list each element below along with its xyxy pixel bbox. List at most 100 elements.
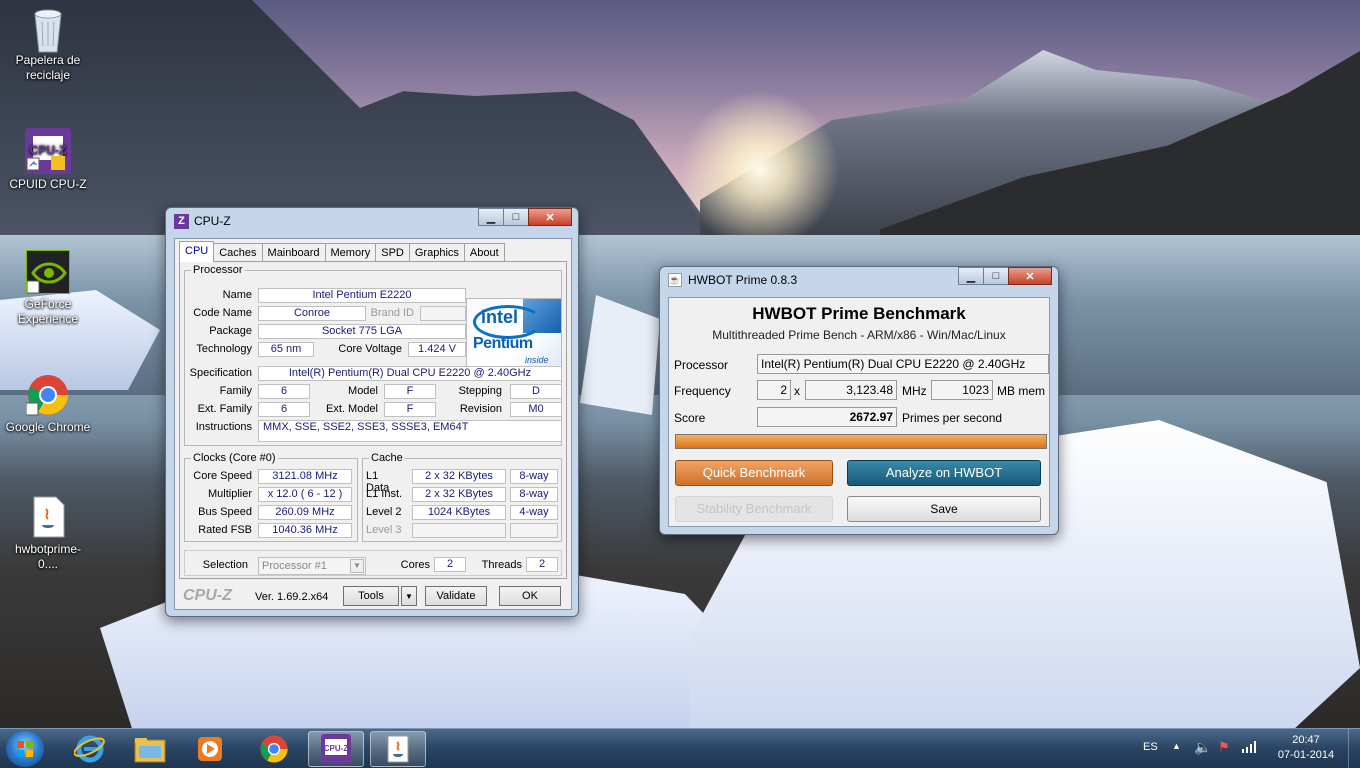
cpuz-client: CPU Caches Mainboard Memory SPD Graphics…	[174, 238, 572, 610]
recycle-bin-icon	[26, 6, 70, 53]
l1i-value: 2 x 32 KBytes	[412, 487, 506, 502]
minimize-button[interactable]: ▁	[478, 208, 504, 226]
hwbot-title: HWBOT Prime 0.8.3	[688, 273, 798, 287]
score-unit: Primes per second	[902, 411, 1003, 425]
tab-mainboard[interactable]: Mainboard	[261, 243, 326, 262]
cores-value: 2	[434, 557, 466, 572]
extfamily-value: 6	[258, 402, 310, 417]
spec-label: Specification	[189, 367, 252, 379]
taskbar-java[interactable]	[370, 731, 426, 767]
progress-fill	[676, 435, 1046, 448]
cpuz-icon: CPU-Z	[25, 128, 71, 174]
maximize-button[interactable]: □	[503, 208, 529, 226]
validate-button[interactable]: Validate	[425, 586, 487, 606]
l2-value: 1024 KBytes	[412, 505, 506, 520]
desktop-icon-cpuz[interactable]: CPU-Z CPUID CPU-Z	[5, 128, 91, 192]
cpu-tab-page: Processor Name Intel Pentium E2220 Code …	[179, 261, 567, 579]
l1i-way: 8-way	[510, 487, 558, 502]
brandid-value	[420, 306, 466, 321]
freq-unit: MHz	[902, 384, 927, 398]
model-value: F	[384, 384, 436, 399]
taskbar-cpuz[interactable]: CPU-Z	[308, 731, 364, 767]
minimize-button[interactable]: ▁	[958, 267, 984, 285]
stepping-label: Stepping	[458, 385, 502, 397]
stability-benchmark-button[interactable]: Stability Benchmark	[675, 496, 833, 522]
score-label: Score	[674, 411, 706, 425]
file-explorer-icon	[134, 738, 166, 763]
processor-label: Processor	[674, 358, 729, 372]
tools-button[interactable]: Tools	[343, 586, 399, 606]
tab-about[interactable]: About	[463, 243, 505, 262]
cpuz-app-icon: Z	[174, 213, 189, 229]
tab-spd[interactable]: SPD	[375, 243, 410, 262]
multiplier-label: Multiplier	[207, 488, 252, 500]
technology-label: Technology	[196, 343, 252, 355]
taskbar-internet-explorer[interactable]	[62, 731, 118, 767]
brandid-label: Brand ID	[370, 307, 414, 319]
cpuz-brand: CPU-Z	[183, 587, 232, 604]
voltage-label: Core Voltage	[338, 343, 402, 355]
freq-mhz-field: 3,123.48	[805, 380, 897, 400]
java-file-icon	[26, 495, 70, 539]
mem-field: 1023	[931, 380, 993, 400]
maximize-button[interactable]: □	[983, 267, 1009, 285]
desktop-icon-recycle-bin[interactable]: Papelera de reciclaje	[5, 6, 91, 83]
tab-memory[interactable]: Memory	[324, 243, 377, 262]
revision-label: Revision	[459, 403, 502, 415]
save-button[interactable]: Save	[847, 496, 1041, 522]
stepping-value: D	[510, 384, 562, 399]
tab-graphics[interactable]: Graphics	[408, 243, 465, 262]
ok-button[interactable]: OK	[499, 586, 561, 606]
chevron-down-icon: ▼	[405, 592, 413, 601]
hwbot-heading: HWBOT Prime Benchmark	[752, 304, 966, 323]
analyze-on-hwbot-button[interactable]: Analyze on HWBOT	[847, 460, 1041, 486]
tab-caches[interactable]: Caches	[213, 243, 263, 262]
technology-value: 65 nm	[258, 342, 314, 357]
taskbar-file-explorer[interactable]	[122, 731, 178, 767]
intel-pentium-logo: intel Pentium inside	[466, 298, 562, 372]
volume-icon[interactable]: 🔈	[1194, 739, 1211, 756]
selection-dropdown[interactable]: Processor #1 ▼	[258, 557, 366, 575]
corespeed-value: 3121.08 MHz	[258, 469, 352, 484]
chrome-icon	[25, 373, 70, 417]
start-button[interactable]	[6, 731, 44, 767]
quick-benchmark-button[interactable]: Quick Benchmark	[675, 460, 833, 486]
codename-value: Conroe	[258, 306, 366, 321]
name-label: Name	[222, 289, 252, 301]
chevron-down-icon: ▼	[350, 559, 364, 573]
close-button[interactable]: ✕	[528, 208, 572, 226]
windows-logo-icon	[17, 741, 33, 757]
tools-dropdown-button[interactable]: ▼	[401, 586, 417, 606]
signal-bars-icon[interactable]	[1242, 741, 1256, 756]
spec-value: Intel(R) Pentium(R) Dual CPU E2220 @ 2.4…	[258, 366, 562, 381]
desktop-icon-chrome[interactable]: Google Chrome	[5, 373, 91, 435]
taskbar-media-player[interactable]	[182, 731, 238, 767]
freq-x: x	[794, 384, 800, 398]
tab-cpu[interactable]: CPU	[179, 241, 215, 262]
hwbot-window[interactable]: ☕ HWBOT Prime 0.8.3 ▁ □ ✕ HWBOT Prime Be…	[659, 266, 1059, 535]
java-icon	[387, 735, 409, 763]
family-value: 6	[258, 384, 310, 399]
instructions-label: Instructions	[195, 421, 252, 433]
ratedfsb-value: 1040.36 MHz	[258, 523, 352, 538]
hwbot-subheading: Multithreaded Prime Bench - ARM/x86 - Wi…	[712, 328, 1006, 342]
hwbot-client: HWBOT Prime Benchmark Multithreaded Prim…	[668, 297, 1050, 527]
close-button[interactable]: ✕	[1008, 267, 1052, 285]
network-warning-icon[interactable]: ⚑	[1218, 739, 1230, 755]
java-icon: ☕	[668, 273, 682, 287]
clock[interactable]: 20:47 07-01-2014	[1266, 733, 1346, 763]
desktop-icon-geforce[interactable]: GeForce Experience	[5, 250, 91, 327]
l2-way: 4-way	[510, 505, 558, 520]
desktop-icon-hwbotprime[interactable]: hwbotprime-0....	[5, 495, 91, 572]
score-field: 2672.97	[757, 407, 897, 427]
show-desktop-button[interactable]	[1348, 729, 1360, 768]
freq-cores-field: 2	[757, 380, 791, 400]
package-label: Package	[209, 325, 252, 337]
l2-label: Level 2	[366, 506, 402, 518]
taskbar-chrome[interactable]	[246, 731, 302, 767]
l3-value	[412, 523, 506, 538]
language-indicator[interactable]: ES	[1143, 741, 1158, 753]
cpuz-window[interactable]: Z CPU-Z ▁ □ ✕ CPU Caches Mainboard Memor…	[165, 207, 579, 617]
show-hidden-icons-icon[interactable]: ▲	[1172, 741, 1181, 751]
model-label: Model	[348, 385, 378, 397]
